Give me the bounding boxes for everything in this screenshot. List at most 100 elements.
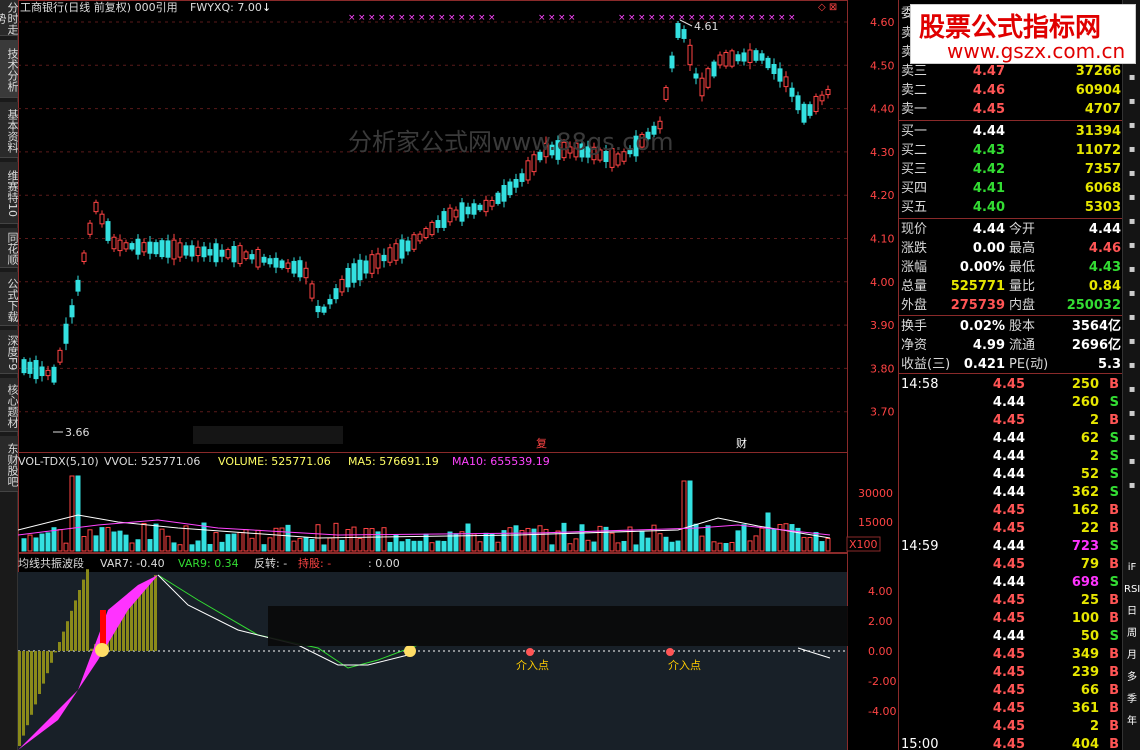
x-marker: × — [758, 13, 766, 23]
order-label: 买二 — [901, 143, 928, 158]
tab-tonghuashun[interactable]: 同花顺 — [0, 228, 19, 268]
tab-formula-download[interactable]: 公式下载 — [0, 272, 19, 326]
stat-value: 275739 — [950, 298, 1005, 313]
volume-bars — [17, 475, 831, 552]
tick-side: B — [1109, 521, 1119, 536]
tick-time: 14:58 — [901, 377, 939, 392]
toolbar-icon[interactable]: ▪ — [1124, 286, 1140, 302]
candle-body — [513, 178, 519, 188]
volume-bar — [291, 540, 297, 552]
tab-time-sharing[interactable]: 分时走势 — [0, 0, 19, 36]
volume-bar — [441, 540, 447, 552]
tool-rsi[interactable]: RSI — [1124, 582, 1140, 598]
stat-value: 4.46 — [1088, 241, 1121, 256]
volume-bar — [639, 530, 645, 552]
volume-bar — [177, 544, 183, 552]
tick-volume: 66 — [1080, 683, 1099, 698]
tick-volume: 22 — [1080, 521, 1099, 536]
stat-label: 外盘 — [901, 298, 928, 313]
tool-day[interactable]: 日 — [1124, 604, 1140, 620]
stat-value: 0.00% — [959, 260, 1005, 275]
toolbar-icon[interactable]: ▪ — [1124, 382, 1140, 398]
chart-area[interactable]: 4.60 4.50 4.40 4.30 4.20 4.10 4.00 3.90 3.80 3.70… — [17, 0, 898, 750]
window-control-icons[interactable]: ◇ ⊠ — [818, 2, 837, 13]
x-marker: × — [618, 13, 626, 23]
osc-axis-label: -4.00 — [868, 705, 896, 718]
stat-value: 5.3 — [1097, 357, 1121, 372]
tool-year[interactable]: 年 — [1124, 714, 1140, 730]
order-volume: 31394 — [1075, 124, 1121, 139]
tool-season[interactable]: 季 — [1124, 692, 1140, 708]
toolbar-icon[interactable]: ▪ — [1124, 406, 1140, 422]
tab-basic-info[interactable]: 基本资料 — [0, 102, 19, 158]
x-marker: × — [348, 13, 356, 23]
tool-week[interactable]: 周 — [1124, 626, 1140, 642]
candle-body — [423, 227, 429, 239]
toolbar-icon[interactable]: ▪ — [1124, 454, 1140, 470]
tab-depth-f9[interactable]: 深度F9 — [0, 330, 19, 374]
tab-weisaite[interactable]: 维赛特10 — [0, 162, 19, 224]
stats-divider — [899, 218, 1123, 219]
candle-body — [237, 245, 243, 265]
toolbar-icon[interactable]: ▪ — [1124, 262, 1140, 278]
order-price: 4.47 — [972, 64, 1005, 79]
volume-bar — [495, 541, 501, 552]
tool-if[interactable]: iF — [1124, 560, 1140, 576]
stat-row: 换手 0.02% 股本 3564亿 — [899, 317, 1123, 336]
volume-bar — [219, 541, 225, 552]
tab-technical-analysis[interactable]: 技术分析 — [0, 40, 19, 98]
tab-core-theme[interactable]: 核心题材 — [0, 378, 19, 432]
toolbar-icon[interactable]: ▪ — [1124, 94, 1140, 110]
tool-month[interactable]: 月 — [1124, 648, 1140, 664]
toolbar-icon[interactable]: ▪ — [1124, 358, 1140, 374]
volume-bar — [27, 534, 33, 552]
candle-body — [249, 254, 255, 260]
toolbar-icon[interactable]: ▪ — [1124, 214, 1140, 230]
toolbar-icon[interactable]: ▪ — [1124, 142, 1140, 158]
stat-label: 涨跌 — [901, 241, 928, 256]
tool-multi[interactable]: 多 — [1124, 670, 1140, 686]
toolbar-icon[interactable]: ▪ — [1124, 334, 1140, 350]
toolbar-icon[interactable]: ▪ — [1124, 166, 1140, 182]
candle-body — [351, 263, 357, 283]
toolbar-icon[interactable]: ▪ — [1124, 238, 1140, 254]
toolbar-icon[interactable]: ▪ — [1124, 478, 1140, 494]
candle-body — [21, 359, 27, 374]
osc-bar — [66, 621, 69, 651]
toolbar-icon[interactable]: ▪ — [1124, 70, 1140, 86]
watermark-banner — [268, 606, 848, 646]
toolbar-icon[interactable]: ▪ — [1124, 118, 1140, 134]
event-tag-finance[interactable]: 财 — [736, 436, 747, 450]
volume-bar — [297, 537, 303, 552]
sell-order-row: 卖三 4.47 37266 — [899, 62, 1123, 81]
volume-bar — [537, 525, 543, 552]
volume-bar — [477, 541, 483, 552]
volume-bar — [471, 533, 477, 552]
volume-bar — [663, 536, 669, 552]
volume-bar — [705, 525, 711, 552]
site-watermark-logo: 股票公式指标网 www.gszx.com.cn — [910, 4, 1136, 64]
volume-bar — [579, 524, 585, 552]
tab-eastmoney-forum[interactable]: 东财股吧 — [0, 436, 19, 492]
candle-body — [357, 259, 363, 281]
volume-bar — [741, 524, 747, 552]
buy-order-row: 买四 4.41 6068 — [899, 179, 1123, 198]
volume-bar — [393, 534, 399, 552]
osc-bar — [130, 602, 133, 651]
candle-body — [663, 87, 669, 100]
price-axis: 4.60 4.50 4.40 4.30 4.20 4.10 4.00 3.90 3.80 3.70 — [870, 16, 895, 419]
price-axis-label: 4.00 — [870, 276, 895, 289]
toolbar-icon[interactable]: ▪ — [1124, 430, 1140, 446]
osc-bar — [42, 651, 45, 684]
event-tag-restore[interactable]: 复 — [536, 436, 547, 450]
candle-body — [93, 201, 99, 213]
toolbar-icon[interactable]: ▪ — [1124, 310, 1140, 326]
order-price: 4.45 — [972, 102, 1005, 117]
candle-body — [681, 29, 687, 39]
toolbar-icon[interactable]: ▪ — [1124, 190, 1140, 206]
candle-body — [735, 54, 741, 62]
kline-chart-svg[interactable]: 4.60 4.50 4.40 4.30 4.20 4.10 4.00 3.90 3.80 3.70… — [17, 0, 898, 750]
tick-side: B — [1109, 647, 1119, 662]
candle-body — [801, 103, 807, 123]
tick-side: S — [1109, 467, 1119, 482]
